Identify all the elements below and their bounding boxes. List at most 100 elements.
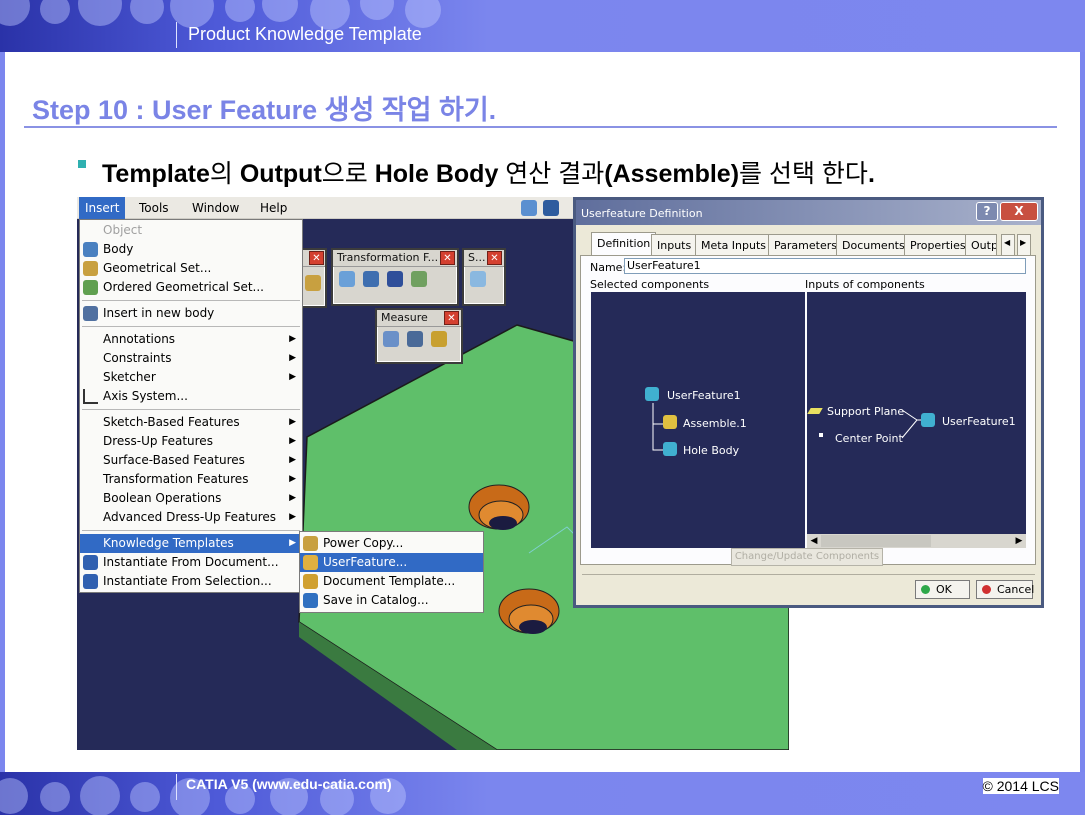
tab-documents[interactable]: Documents	[836, 234, 911, 255]
menu-item-constraints[interactable]: Constraints ▶	[80, 349, 302, 368]
close-button[interactable]: X	[1000, 202, 1038, 221]
menu-item-sketch-based-features[interactable]: Sketch-Based Features ▶	[80, 413, 302, 432]
menu-item-geometrical-set[interactable]: Geometrical Set...	[80, 259, 302, 278]
menu-item-instantiate-from-document[interactable]: Instantiate From Document...	[80, 553, 302, 572]
menu-item-axis-system[interactable]: Axis System...	[80, 387, 302, 406]
tab-outputs[interactable]: Outp	[965, 234, 997, 255]
tab-properties[interactable]: Properties	[904, 234, 972, 255]
inputs-of-components-pane[interactable]: Support Plane Center Point UserFeature1	[807, 292, 1026, 548]
selected-components-pane[interactable]: UserFeature1 Assemble.1 Hole Body	[591, 292, 805, 548]
right-border	[1080, 52, 1085, 774]
horizontal-scrollbar[interactable]: ◀ ▶	[807, 534, 1026, 548]
menu-item-document-template[interactable]: Document Template...	[300, 572, 483, 591]
measure-between-icon[interactable]	[383, 331, 399, 347]
close-icon[interactable]: ✕	[309, 251, 324, 265]
catalog-icon	[303, 593, 318, 608]
menu-item-power-copy[interactable]: Power Copy...	[300, 534, 483, 553]
footer-source: CATIA V5 (www.edu-catia.com)	[186, 776, 392, 792]
tab-parameters[interactable]: Parameters	[768, 234, 843, 255]
submenu-arrow-icon: ▶	[289, 512, 296, 522]
tab-meta-inputs[interactable]: Meta Inputs	[695, 234, 773, 255]
submenu-arrow-icon: ▶	[289, 417, 296, 427]
menu-window[interactable]: Window	[192, 201, 239, 215]
scroll-left-icon[interactable]: ◀	[807, 534, 821, 548]
userfeature-definition-dialog: Userfeature Definition ? X Definition In…	[573, 197, 1044, 608]
surface-icon[interactable]	[470, 271, 486, 287]
tree-root[interactable]: UserFeature1	[667, 389, 741, 402]
menu-item-transformation-features[interactable]: Transformation Features ▶	[80, 470, 302, 489]
knowledge-templates-submenu: Power Copy... UserFeature... Document Te…	[299, 531, 484, 613]
menu-item-label: Constraints	[103, 351, 172, 365]
point-icon	[819, 433, 823, 437]
scaling-icon[interactable]	[411, 271, 427, 287]
menu-item-knowledge-templates[interactable]: Knowledge Templates ▶	[80, 534, 302, 553]
toolbar-icons	[377, 327, 461, 351]
footer-divider	[176, 774, 177, 800]
input-target-userfeature[interactable]: UserFeature1	[942, 415, 1016, 428]
toolbar-measure: Measure ✕	[375, 308, 463, 364]
menu-insert[interactable]: Insert	[79, 197, 126, 219]
name-input[interactable]: UserFeature1	[624, 258, 1026, 274]
menu-item-boolean-operations[interactable]: Boolean Operations ▶	[80, 489, 302, 508]
menu-item-ordered-geometrical-set[interactable]: Ordered Geometrical Set...	[80, 278, 302, 297]
ordered-geoset-icon	[83, 280, 98, 295]
cancel-label: Cancel	[997, 583, 1035, 596]
change-update-components-button[interactable]: Change/Update Components	[731, 548, 883, 566]
input-support-plane[interactable]: Support Plane	[827, 405, 904, 418]
pattern-icon[interactable]	[387, 271, 403, 287]
menu-item-dress-up-features[interactable]: Dress-Up Features ▶	[80, 432, 302, 451]
close-icon[interactable]: ✕	[444, 311, 459, 325]
submenu-arrow-icon: ▶	[289, 474, 296, 484]
close-icon[interactable]: ✕	[440, 251, 455, 265]
menu-item-instantiate-from-selection[interactable]: Instantiate From Selection...	[80, 572, 302, 591]
pad-icon[interactable]	[305, 275, 321, 291]
cancel-button[interactable]: Cancel	[976, 580, 1035, 599]
cancel-icon	[982, 585, 991, 594]
menu-item-sketcher[interactable]: Sketcher ▶	[80, 368, 302, 387]
toolbar-icon[interactable]	[521, 200, 537, 216]
tab-scroll-right-icon[interactable]: ▶	[1017, 234, 1031, 255]
submenu-arrow-icon: ▶	[289, 436, 296, 446]
menu-item-label: Ordered Geometrical Set...	[103, 280, 264, 294]
menu-item-label: Body	[103, 242, 134, 256]
menu-item-label: Axis System...	[103, 389, 188, 403]
measure-inertia-icon[interactable]	[431, 331, 447, 347]
input-center-point[interactable]: Center Point	[835, 432, 903, 445]
close-icon[interactable]: ✕	[487, 251, 502, 265]
menu-item-label: Document Template...	[323, 574, 456, 588]
mirror-icon[interactable]	[363, 271, 379, 287]
help-button[interactable]: ?	[976, 202, 998, 221]
menu-item-save-in-catalog[interactable]: Save in Catalog...	[300, 591, 483, 610]
tab-scroll-left-icon[interactable]: ◀	[1001, 234, 1015, 255]
translation-icon[interactable]	[339, 271, 355, 287]
scroll-right-icon[interactable]: ▶	[1012, 534, 1026, 548]
menu-item-advanced-dress-up-features[interactable]: Advanced Dress-Up Features ▶	[80, 508, 302, 527]
tree-child-hole-body[interactable]: Hole Body	[683, 444, 739, 457]
menu-item-insert-new-body[interactable]: Insert in new body	[80, 304, 302, 323]
ok-button[interactable]: OK	[915, 580, 970, 599]
menu-item-userfeature[interactable]: UserFeature...	[300, 553, 483, 572]
menu-tools[interactable]: Tools	[139, 201, 169, 215]
toolbar-icon[interactable]	[543, 200, 559, 216]
tab-inputs[interactable]: Inputs	[651, 234, 698, 255]
tab-definition[interactable]: Definition	[591, 232, 657, 255]
menu-item-label: Sketcher	[103, 370, 156, 384]
menu-item-annotations[interactable]: Annotations ▶	[80, 330, 302, 349]
submenu-arrow-icon: ▶	[289, 493, 296, 503]
bullet-part: Hole Body	[374, 160, 499, 188]
menu-item-label: Knowledge Templates	[103, 536, 234, 550]
left-border	[0, 52, 5, 774]
menu-help[interactable]: Help	[260, 201, 287, 215]
menu-item-body[interactable]: Body	[80, 240, 302, 259]
menu-separator	[82, 409, 300, 410]
hole-upper-bore	[489, 516, 517, 530]
decor-circle	[0, 778, 28, 814]
menu-item-surface-based-features[interactable]: Surface-Based Features ▶	[80, 451, 302, 470]
measure-item-icon[interactable]	[407, 331, 423, 347]
insert-menu: Object Body Geometrical Set... Ordered G…	[79, 219, 303, 593]
ok-icon	[921, 585, 930, 594]
tree-child-assemble[interactable]: Assemble.1	[683, 417, 747, 430]
bullet-part: Template	[102, 160, 210, 188]
scroll-thumb[interactable]	[821, 535, 931, 547]
toolbar-icons	[333, 267, 457, 291]
